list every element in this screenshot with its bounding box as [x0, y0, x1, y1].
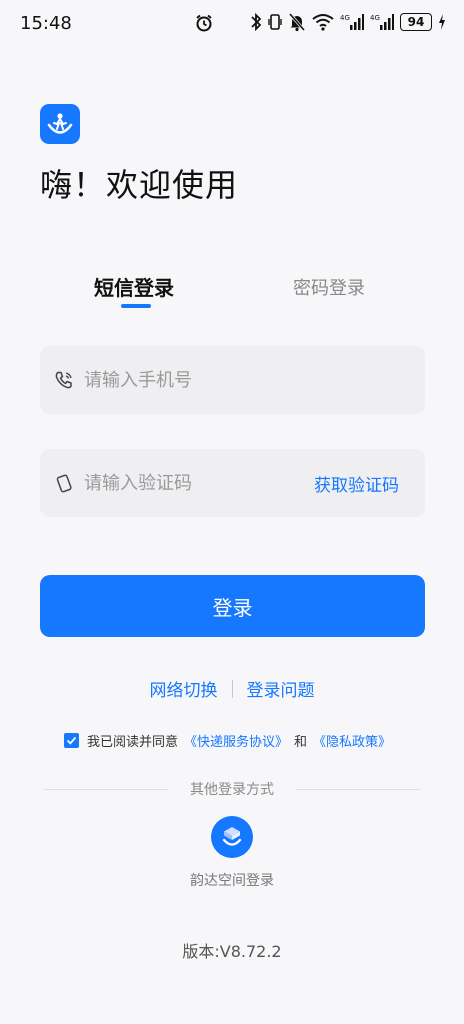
bluetooth-icon [250, 12, 262, 32]
privacy-policy-link[interactable]: 《隐私政策》 [313, 731, 391, 750]
tab-active-indicator [121, 304, 151, 308]
service-agreement-link[interactable]: 《快递服务协议》 [184, 731, 288, 750]
agreement-prefix: 我已阅读并同意 [87, 735, 179, 750]
yunda-space-icon [211, 816, 253, 858]
status-icons: 4G 4G 94 [250, 12, 446, 32]
tab-password-login[interactable]: 密码登录 [293, 274, 365, 300]
link-divider [231, 679, 233, 698]
svg-text:4G: 4G [370, 14, 380, 22]
phone-icon [54, 369, 76, 391]
check-icon [66, 736, 77, 745]
network-switch-link[interactable]: 网络切换 [150, 676, 218, 701]
tab-sms-login[interactable]: 短信登录 [94, 272, 174, 301]
svg-text:4G: 4G [340, 14, 350, 22]
wifi-icon [312, 12, 334, 32]
phone-input[interactable] [84, 346, 425, 414]
yunda-space-label: 韵达空间登录 [190, 873, 274, 889]
charging-icon [438, 13, 446, 31]
verification-code-field[interactable]: 获取验证码 [40, 449, 425, 517]
app-logo-icon [40, 104, 80, 144]
help-links: 网络切换 登录问题 [0, 676, 464, 701]
other-login-divider: 其他登录方式 [44, 779, 420, 799]
agreement-and: 和 [294, 735, 308, 750]
signal-icon: 4G [340, 12, 364, 32]
divider-line-right [296, 788, 420, 790]
login-page: 15:48 4G 4G 94 嗨！欢迎使用 短信登录 密码登录 请输入手机号 请… [0, 0, 464, 1024]
greeting-title: 嗨！欢迎使用 [40, 166, 239, 204]
yunda-space-login-button[interactable]: 韵达空间登录 [0, 816, 464, 890]
app-version: 版本:V8.72.2 [182, 942, 282, 961]
get-code-button[interactable]: 获取验证码 [314, 471, 399, 496]
status-time: 15:48 [20, 12, 72, 34]
agreement-row: 我已阅读并同意 《快递服务协议》 和 《隐私政策》 [64, 731, 397, 750]
status-bar: 15:48 4G 4G 94 [0, 0, 464, 46]
phone-field[interactable] [40, 346, 425, 414]
divider-line-left [44, 788, 168, 790]
agreement-checkbox[interactable] [64, 733, 79, 748]
login-button[interactable]: 登录 [40, 575, 425, 637]
battery-icon: 94 [400, 13, 432, 31]
alarm-icon [194, 13, 214, 33]
vibrate-icon [268, 12, 282, 32]
signal-icon: 4G [370, 12, 394, 32]
mute-icon [288, 12, 306, 32]
other-login-title: 其他登录方式 [190, 782, 274, 798]
phone-device-icon [54, 472, 76, 494]
login-problem-link[interactable]: 登录问题 [247, 676, 315, 701]
